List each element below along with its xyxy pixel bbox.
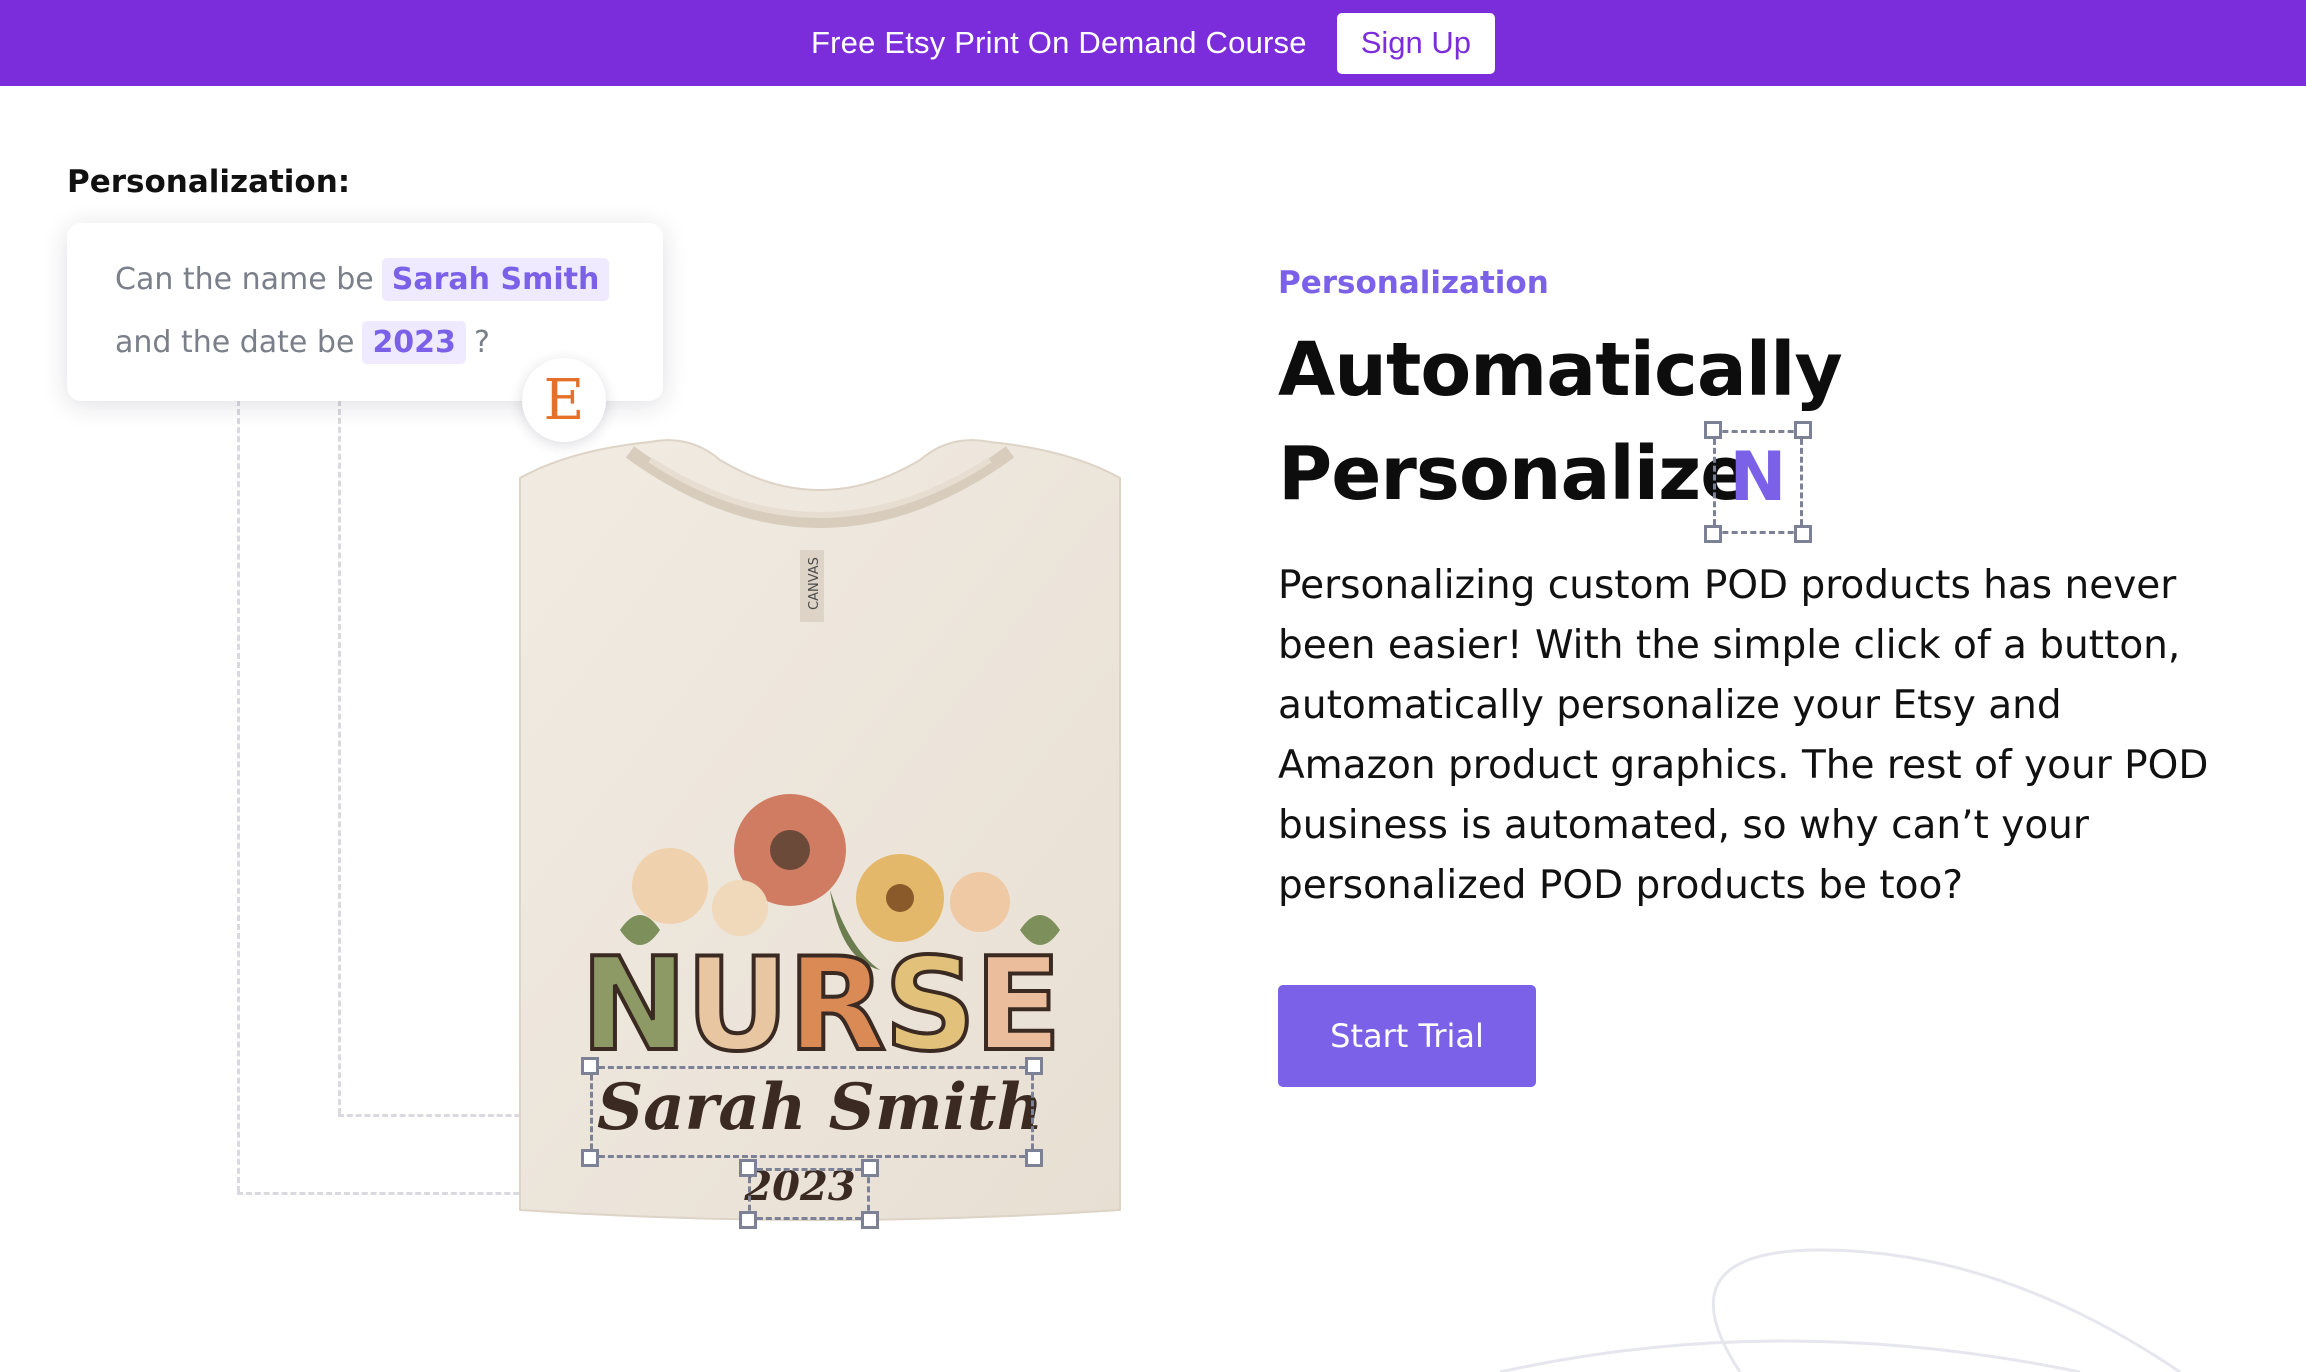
name-chip: Sarah Smith xyxy=(381,257,610,301)
request-date-prefix: and the date be xyxy=(115,324,355,360)
letter-s: S xyxy=(882,931,978,1080)
resize-handle xyxy=(1704,525,1722,543)
year-selection-box[interactable] xyxy=(748,1168,870,1220)
shirt-tag: CANVAS xyxy=(807,557,822,610)
resize-handle xyxy=(1794,525,1812,543)
resize-handle[interactable] xyxy=(861,1211,879,1229)
sign-up-button[interactable]: Sign Up xyxy=(1336,12,1495,74)
connector-line-outer xyxy=(237,400,240,1192)
section-body: Personalizing custom POD products has ne… xyxy=(1278,563,2209,908)
name-selection-box[interactable] xyxy=(590,1066,1034,1158)
promo-banner: Free Etsy Print On Demand Course Sign Up xyxy=(0,0,2306,86)
tshirt-mockup: CANVAS NURSE Sarah Smith 2023 xyxy=(500,430,1140,1250)
resize-handle[interactable] xyxy=(581,1149,599,1167)
request-line-name: Can the name be Sarah Smith xyxy=(115,253,663,305)
decorative-swoosh xyxy=(1499,1248,2181,1372)
resize-handle[interactable] xyxy=(739,1211,757,1229)
request-name-prefix: Can the name be xyxy=(115,261,374,297)
connector-line-inner xyxy=(338,400,341,1114)
request-question-mark: ? xyxy=(473,324,490,360)
resize-handle xyxy=(1704,421,1722,439)
headline-line-1: Automatically xyxy=(1278,327,1843,413)
start-trial-button[interactable]: Start Trial xyxy=(1278,985,1536,1087)
connector-line-outer-bottom xyxy=(237,1192,537,1195)
promo-banner-text: Free Etsy Print On Demand Course xyxy=(811,25,1307,60)
resize-handle[interactable] xyxy=(739,1159,757,1177)
letter-u: U xyxy=(684,931,792,1080)
personalization-label: Personalization: xyxy=(67,164,351,200)
section-eyebrow: Personalization xyxy=(1278,265,1549,301)
resize-handle[interactable] xyxy=(1025,1149,1043,1167)
resize-handle[interactable] xyxy=(861,1159,879,1177)
letter-e: E xyxy=(972,931,1063,1080)
headline-glyph: N xyxy=(1729,438,1787,517)
resize-handle xyxy=(1794,421,1812,439)
resize-handle[interactable] xyxy=(581,1057,599,1075)
resize-handle[interactable] xyxy=(1025,1057,1043,1075)
request-line-date: and the date be 2023 ? xyxy=(115,316,663,368)
letter-r: R xyxy=(785,931,888,1080)
date-chip: 2023 xyxy=(362,320,466,364)
nurse-design-text: NURSE xyxy=(540,940,1100,1072)
